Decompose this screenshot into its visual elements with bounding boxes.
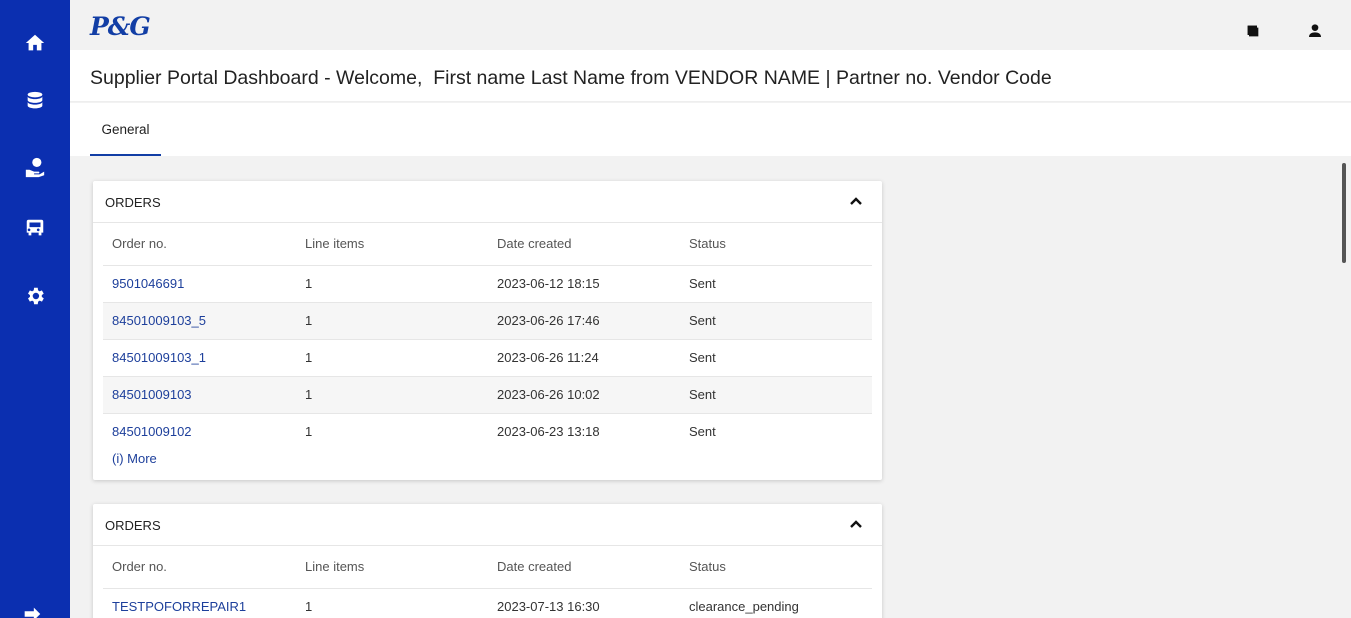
line-items-cell: 1: [296, 339, 488, 377]
column-header: Line items: [296, 223, 488, 266]
status-cell: Sent: [680, 339, 872, 377]
order-link[interactable]: 84501009103: [112, 387, 192, 402]
orders-card-header: ORDERS: [93, 181, 882, 223]
title-bar: Supplier Portal Dashboard - Welcome, Fir…: [70, 50, 1351, 102]
tab-general[interactable]: General: [90, 103, 161, 156]
top-bar: P&G: [70, 0, 1351, 50]
status-cell: Sent: [680, 302, 872, 340]
column-header: Date created: [488, 223, 680, 266]
column-header: Order no.: [103, 223, 296, 266]
column-header: Order no.: [103, 546, 296, 589]
database-icon[interactable]: [19, 85, 51, 117]
chevron-up-icon[interactable]: [848, 516, 864, 532]
page-title-prefix: Supplier Portal Dashboard - Welcome,: [90, 67, 423, 89]
help-hand-icon[interactable]: [19, 151, 51, 183]
order-link[interactable]: 9501046691: [112, 276, 184, 291]
truck-icon[interactable]: [19, 212, 51, 244]
orders-card: ORDERS Order no. Line items Date created…: [93, 181, 882, 480]
column-header: Line items: [296, 546, 488, 589]
table-row: 84501009102 1 2023-06-23 13:18 Sent: [103, 413, 872, 450]
status-cell: Sent: [680, 265, 872, 303]
more-link[interactable]: (i) More: [112, 451, 157, 480]
main-content: ORDERS Order no. Line items Date created…: [70, 156, 1351, 618]
column-header: Status: [680, 223, 872, 266]
card-title: ORDERS: [105, 195, 161, 210]
table-row: TESTPOFORREPAIR1 1 2023-07-13 16:30 clea…: [103, 588, 872, 618]
date-cell: 2023-07-13 16:30: [488, 588, 680, 618]
order-link[interactable]: 84501009103_5: [112, 313, 206, 328]
user-icon[interactable]: [1307, 23, 1325, 41]
card-title: ORDERS: [105, 518, 161, 533]
line-items-cell: 1: [296, 588, 488, 618]
date-cell: 2023-06-26 17:46: [488, 302, 680, 340]
orders-table: Order no. Line items Date created Status…: [103, 223, 872, 450]
line-items-cell: 1: [296, 376, 488, 414]
line-items-cell: 1: [305, 424, 313, 440]
date-cell: 2023-06-23 13:18: [497, 424, 600, 440]
table-row: 84501009103 1 2023-06-26 10:02 Sent: [103, 376, 872, 414]
order-link[interactable]: TESTPOFORREPAIR1: [112, 599, 246, 614]
table-row: 84501009103_5 1 2023-06-26 17:46 Sent: [103, 302, 872, 340]
tab-bar: General: [70, 103, 1351, 156]
date-cell: 2023-06-26 10:02: [488, 376, 680, 414]
status-cell: Sent: [689, 424, 716, 440]
orders-card-2: ORDERS Order no. Line items Date created…: [93, 504, 882, 618]
tab-general-label: General: [101, 122, 150, 137]
line-items-cell: 1: [296, 302, 488, 340]
table-row: 84501009103_1 1 2023-06-26 11:24 Sent: [103, 339, 872, 377]
status-cell: clearance_pending: [680, 588, 872, 618]
scrollbar-thumb[interactable]: [1342, 163, 1346, 263]
order-link[interactable]: 84501009102: [112, 424, 192, 439]
page-title: Supplier Portal Dashboard - Welcome, Fir…: [90, 67, 1052, 90]
chevron-up-icon[interactable]: [848, 193, 864, 209]
window-icon[interactable]: [1245, 23, 1263, 41]
table-header-row: Order no. Line items Date created Status: [103, 546, 872, 589]
column-header: Status: [680, 546, 872, 589]
page-title-user: First name Last Name from VENDOR NAME | …: [433, 67, 1052, 89]
table-header-row: Order no. Line items Date created Status: [103, 223, 872, 266]
sidebar: [0, 0, 70, 618]
settings-icon[interactable]: [19, 280, 51, 312]
home-icon[interactable]: [19, 27, 51, 59]
date-cell: 2023-06-12 18:15: [488, 265, 680, 303]
logout-icon[interactable]: [21, 603, 43, 618]
status-cell: Sent: [680, 376, 872, 414]
orders-table: Order no. Line items Date created Status…: [103, 546, 872, 618]
orders-card-header: ORDERS: [93, 504, 882, 546]
order-link[interactable]: 84501009103_1: [112, 350, 206, 365]
table-row: 9501046691 1 2023-06-12 18:15 Sent: [103, 265, 872, 303]
date-cell: 2023-06-26 11:24: [488, 339, 680, 377]
line-items-cell: 1: [296, 265, 488, 303]
column-header: Date created: [488, 546, 680, 589]
pg-logo[interactable]: P&G: [90, 12, 151, 41]
